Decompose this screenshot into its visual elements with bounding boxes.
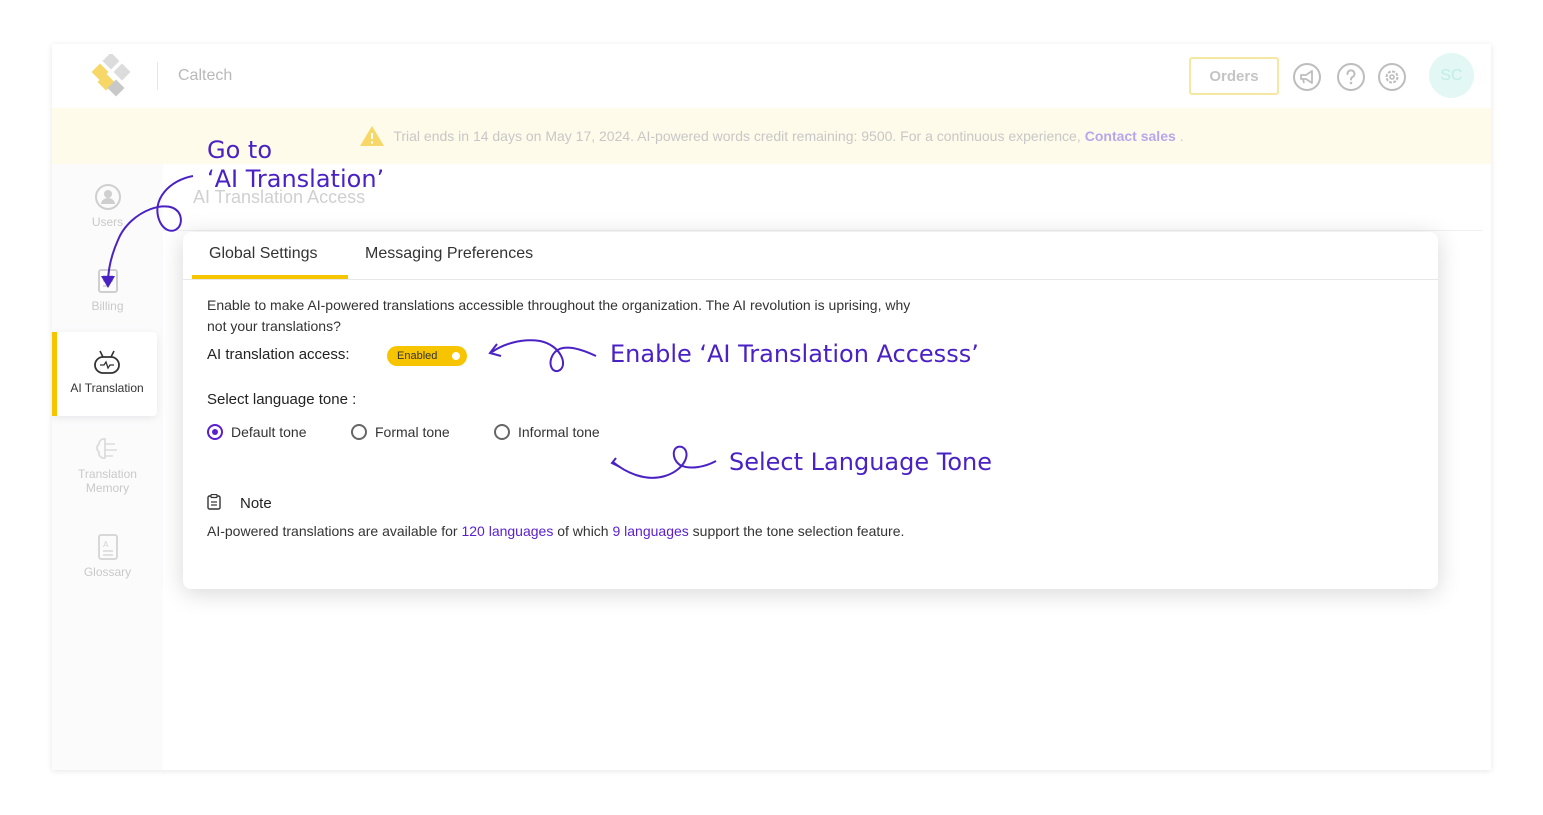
- radio-button[interactable]: [494, 424, 510, 440]
- annotation-goto-line1: Go to: [207, 136, 273, 164]
- radio-button[interactable]: [351, 424, 367, 440]
- title-divider: [163, 230, 1483, 231]
- sidebar-item-label: Billing: [91, 299, 124, 313]
- sidebar-item-glossary[interactable]: A Glossary: [52, 532, 163, 579]
- sidebar-item-translation-memory[interactable]: Translation Memory: [52, 434, 163, 495]
- annotation-tone: Select Language Tone: [729, 448, 992, 476]
- radio-label: Default tone: [231, 424, 307, 440]
- radio-formal-tone[interactable]: Formal tone: [351, 424, 450, 440]
- note-text-part: AI-powered translations are available fo…: [207, 523, 458, 539]
- access-label: AI translation access:: [207, 346, 350, 363]
- user-icon: [94, 184, 121, 210]
- toggle-knob: [452, 352, 460, 360]
- note-text-part: of which: [557, 523, 609, 539]
- sidebar-item-label: Users: [91, 215, 124, 229]
- help-icon[interactable]: [1336, 62, 1366, 92]
- settings-card: Global Settings Messaging Preferences En…: [183, 232, 1438, 589]
- trial-suffix: .: [1179, 128, 1184, 144]
- sidebar: Users Billing AI Translation Translation…: [52, 164, 163, 770]
- tab-bar: Global Settings Messaging Preferences: [183, 232, 1438, 280]
- header-divider: [157, 62, 158, 90]
- note-text-part: support the tone selection feature.: [692, 523, 905, 539]
- megaphone-icon[interactable]: [1292, 62, 1322, 92]
- note-title: Note: [240, 495, 272, 512]
- top-header: Caltech Orders SC: [52, 44, 1491, 109]
- robot-icon: [94, 350, 120, 374]
- contact-sales-link[interactable]: Contact sales: [1085, 128, 1176, 144]
- sidebar-item-billing[interactable]: Billing: [52, 266, 163, 313]
- annotation-enable: Enable ‘AI Translation Accesss’: [610, 340, 979, 368]
- sidebar-item-ai-translation[interactable]: AI Translation: [52, 332, 157, 416]
- sidebar-item-label: Glossary: [83, 565, 132, 579]
- annotation-goto: Go to ‘AI Translation’: [207, 136, 384, 194]
- billing-icon: [97, 269, 118, 293]
- ai-access-toggle[interactable]: Enabled: [387, 346, 467, 366]
- orders-button[interactable]: Orders: [1189, 57, 1279, 95]
- radio-default-tone[interactable]: Default tone: [207, 424, 307, 440]
- radio-label: Informal tone: [518, 424, 600, 440]
- organization-name: Caltech: [178, 67, 233, 84]
- active-tab-indicator: [192, 275, 348, 279]
- radio-informal-tone[interactable]: Informal tone: [494, 424, 600, 440]
- tone-languages-link[interactable]: 9 languages: [612, 523, 688, 539]
- glossary-icon: A: [97, 534, 118, 560]
- sidebar-item-label: Translation Memory: [78, 467, 137, 495]
- annotation-goto-line2: ‘AI Translation’: [207, 165, 385, 193]
- note-text: AI-powered translations are available fo…: [207, 521, 927, 542]
- sidebar-item-label: AI Translation: [70, 381, 144, 395]
- tone-label: Select language tone :: [207, 391, 357, 408]
- feature-description: Enable to make AI-powered translations a…: [207, 297, 911, 334]
- user-avatar[interactable]: SC: [1429, 53, 1474, 98]
- tab-global-settings[interactable]: Global Settings: [209, 245, 318, 263]
- logo-icon: [91, 54, 131, 97]
- sidebar-item-users[interactable]: Users: [52, 182, 163, 229]
- languages-link[interactable]: 120 languages: [461, 523, 553, 539]
- brain-icon: [95, 438, 117, 459]
- radio-label: Formal tone: [375, 424, 450, 440]
- toggle-label: Enabled: [397, 350, 438, 362]
- tab-messaging-preferences[interactable]: Messaging Preferences: [365, 245, 533, 263]
- gear-icon[interactable]: [1377, 62, 1407, 92]
- note-icon: [207, 494, 221, 510]
- trial-message: Trial ends in 14 days on May 17, 2024. A…: [393, 128, 1081, 144]
- svg-text:A: A: [103, 540, 109, 549]
- radio-button[interactable]: [207, 424, 223, 440]
